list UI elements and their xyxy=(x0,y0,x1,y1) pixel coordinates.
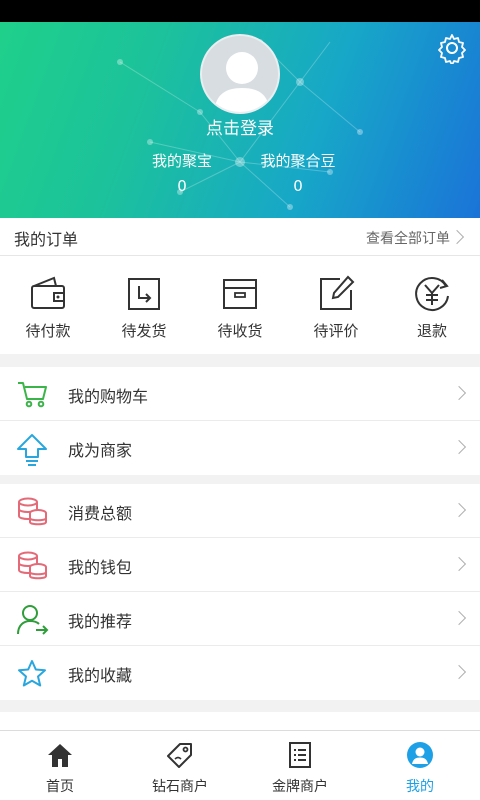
gear-icon[interactable] xyxy=(436,32,468,64)
chevron-right-icon xyxy=(451,502,467,518)
menu-item-partial[interactable] xyxy=(0,712,480,730)
menu-label: 我的购物车 xyxy=(68,387,149,406)
stat-label: 我的聚宝 xyxy=(151,152,212,170)
order-label: 待发货 xyxy=(121,322,167,340)
chevron-right-icon xyxy=(451,439,467,455)
chevron-right-icon xyxy=(451,385,467,401)
cart-icon xyxy=(18,382,47,408)
order-pending-review[interactable]: 待评价 xyxy=(288,256,384,354)
menu-label: 我的钱包 xyxy=(68,558,133,577)
menu-item-favorites[interactable]: 我的收藏 xyxy=(0,646,480,700)
tab-label: 首页 xyxy=(46,779,74,795)
chevron-right-icon xyxy=(451,610,467,626)
menu-label: 我的推荐 xyxy=(68,612,133,631)
menu-item-wallet[interactable]: 我的钱包 xyxy=(0,538,480,592)
view-all-orders-link[interactable]: 查看全部订单 xyxy=(366,228,450,248)
receive-box-icon xyxy=(223,279,257,309)
order-label: 待评价 xyxy=(313,322,359,340)
stat-juhedou[interactable]: 我的聚合豆 0 xyxy=(238,150,358,195)
menu-label: 消费总额 xyxy=(68,504,133,523)
orders-title: 我的订单 xyxy=(14,230,79,249)
menu-label: 成为商家 xyxy=(68,441,133,460)
menu-item-referrals[interactable]: 我的推荐 xyxy=(0,592,480,646)
order-label: 待付款 xyxy=(25,322,71,340)
stat-value: 0 xyxy=(177,177,187,195)
stat-value: 0 xyxy=(293,177,303,195)
order-pending-receipt[interactable]: 待收货 xyxy=(192,256,288,354)
profile-header: 点击登录 我的聚宝 0 我的聚合豆 0 xyxy=(0,22,480,218)
wallet-icon xyxy=(31,276,65,309)
order-label: 退款 xyxy=(416,322,447,340)
order-pending-shipment[interactable]: 待发货 xyxy=(96,256,192,354)
chevron-right-icon xyxy=(451,556,467,572)
bottom-tab-bar: 首页 钻石商户 金牌商户 我的 xyxy=(0,730,480,800)
coins-icon xyxy=(18,497,47,526)
ship-box-icon xyxy=(128,278,160,310)
upload-arrow-icon xyxy=(17,434,47,466)
stat-label: 我的聚合豆 xyxy=(260,152,336,170)
profile-icon xyxy=(407,742,433,768)
chevron-right-icon xyxy=(449,229,465,245)
login-link[interactable]: 点击登录 xyxy=(0,114,480,139)
order-refund[interactable]: 退款 xyxy=(384,256,480,354)
menu-item-become-merchant[interactable]: 成为商家 xyxy=(0,421,480,475)
star-icon xyxy=(18,660,46,687)
list-icon xyxy=(289,742,311,768)
status-bar xyxy=(0,0,480,22)
menu-item-cart[interactable]: 我的购物车 xyxy=(0,367,480,421)
tab-diamond-merchants[interactable]: 钻石商户 xyxy=(120,731,240,800)
refund-yen-icon xyxy=(415,276,449,311)
tab-label: 我的 xyxy=(406,779,434,795)
tab-home[interactable]: 首页 xyxy=(0,731,120,800)
chevron-right-icon xyxy=(451,664,467,680)
menu-group-3-partial xyxy=(0,712,480,730)
user-refer-icon xyxy=(17,605,49,635)
tab-gold-merchants[interactable]: 金牌商户 xyxy=(240,731,360,800)
order-status-row: 待付款 待发货 待收货 待评价 退款 xyxy=(0,256,480,354)
order-pending-payment[interactable]: 待付款 xyxy=(0,256,96,354)
menu-group-1: 我的购物车 成为商家 xyxy=(0,367,480,475)
tag-icon xyxy=(167,743,192,768)
tab-mine[interactable]: 我的 xyxy=(360,731,480,800)
home-icon xyxy=(48,744,72,767)
menu-group-2: 消费总额 我的钱包 我的推荐 我的收藏 xyxy=(0,484,480,700)
tab-label: 金牌商户 xyxy=(272,779,328,795)
menu-label: 我的收藏 xyxy=(68,666,133,685)
menu-item-total-spending[interactable]: 消费总额 xyxy=(0,484,480,538)
stat-jubao[interactable]: 我的聚宝 0 xyxy=(122,150,242,195)
coins-icon xyxy=(18,551,47,580)
orders-header: 我的订单 查看全部订单 xyxy=(0,218,480,256)
tab-label: 钻石商户 xyxy=(152,779,208,795)
order-label: 待收货 xyxy=(217,322,263,340)
edit-icon xyxy=(320,275,355,310)
avatar[interactable] xyxy=(200,34,280,114)
